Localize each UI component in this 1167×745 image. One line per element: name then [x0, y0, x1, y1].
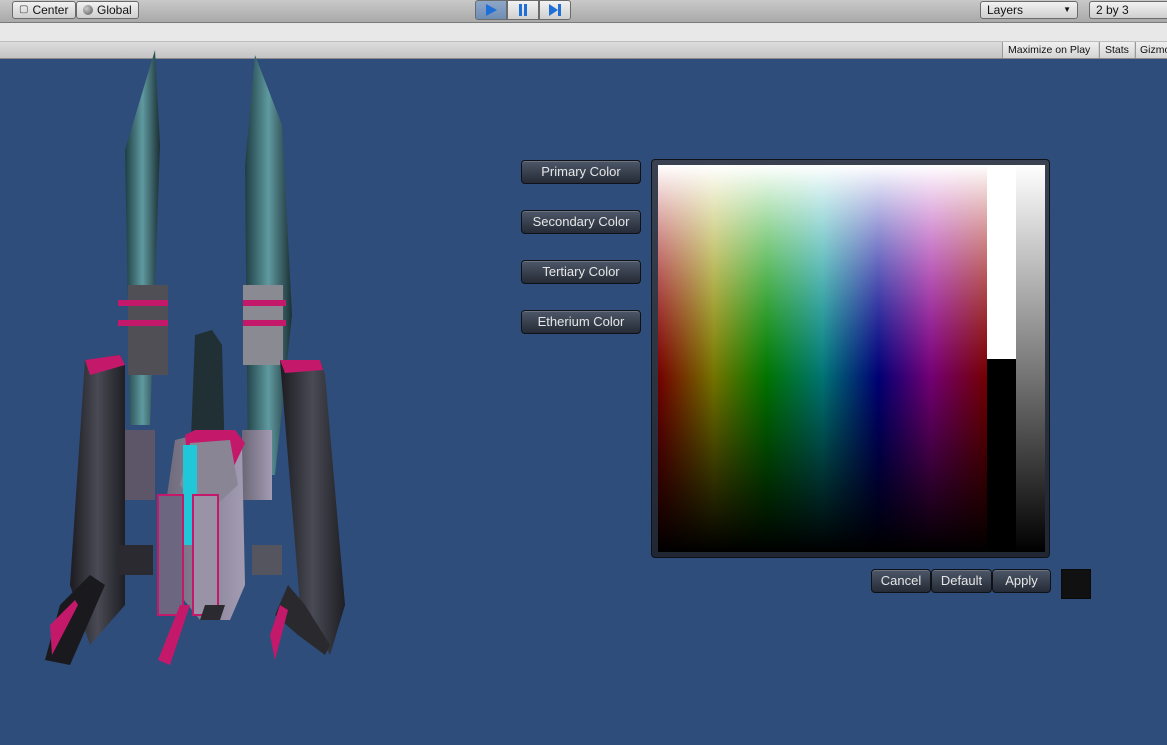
hue-spectrum-field[interactable]: [658, 165, 987, 552]
step-button[interactable]: [539, 0, 571, 20]
play-icon: [486, 4, 497, 16]
pivot-icon: ▢: [19, 4, 29, 15]
space-label: Global: [97, 3, 132, 17]
tertiary-color-button[interactable]: Tertiary Color: [521, 260, 641, 284]
pivot-label: Center: [32, 3, 69, 17]
globe-icon: [83, 5, 93, 15]
apply-button[interactable]: Apply: [992, 569, 1051, 593]
gizmos-toggle[interactable]: Gizmos: [1135, 42, 1167, 58]
pause-icon: [519, 4, 527, 16]
dropdown-arrow-icon: ▼: [1063, 5, 1071, 14]
layout-label: 2 by 3: [1096, 3, 1129, 17]
saturation-slider[interactable]: [987, 165, 1016, 552]
primary-color-button[interactable]: Primary Color: [521, 160, 641, 184]
maximize-on-play-toggle[interactable]: Maximize on Play: [1002, 42, 1098, 58]
default-button[interactable]: Default: [931, 569, 992, 593]
pivot-center-button[interactable]: ▢ Center: [12, 1, 76, 19]
space-global-button[interactable]: Global: [76, 1, 139, 19]
layout-dropdown[interactable]: 2 by 3: [1089, 1, 1167, 19]
saturation-slider-fill: [987, 165, 1016, 359]
pause-button[interactable]: [507, 0, 539, 20]
layers-label: Layers: [987, 3, 1024, 17]
etherium-color-button[interactable]: Etherium Color: [521, 310, 641, 334]
playback-controls: [475, 0, 571, 20]
layers-dropdown[interactable]: Layers ▼: [980, 1, 1078, 19]
game-view-tab-bar: [0, 23, 1167, 42]
stats-toggle[interactable]: Stats: [1099, 42, 1134, 58]
main-toolbar: ▢ Center Global Layers ▼ 2 by 3: [0, 0, 1167, 23]
brightness-slider[interactable]: [1016, 165, 1045, 552]
selected-color-swatch: [1061, 569, 1091, 599]
secondary-color-button[interactable]: Secondary Color: [521, 210, 641, 234]
spaceship-model: [45, 50, 345, 665]
cancel-button[interactable]: Cancel: [871, 569, 931, 593]
play-button[interactable]: [475, 0, 507, 20]
step-icon: [549, 4, 561, 16]
